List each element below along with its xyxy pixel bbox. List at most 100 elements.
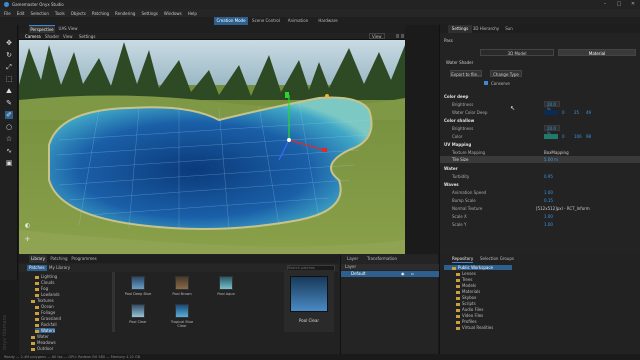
repo-item[interactable]: Lenses	[456, 271, 476, 276]
menu-rendering[interactable]: Rendering	[115, 11, 135, 16]
subtab-shader[interactable]: Shader	[45, 33, 59, 40]
star-icon[interactable]: ☆	[5, 135, 13, 143]
color-deep-swatch[interactable]	[544, 110, 558, 115]
scale-y-field[interactable]: 1.00	[544, 222, 553, 227]
rgb-b[interactable]: 98	[586, 134, 591, 139]
rgb-r[interactable]: 0	[562, 110, 565, 115]
camera-orbit-icon[interactable]: ◐	[25, 222, 30, 229]
tree-item[interactable]: Outdoor	[31, 346, 53, 351]
menu-patching[interactable]: Patching	[92, 11, 109, 16]
tree-scrollbar[interactable]	[112, 272, 115, 332]
tree-item[interactable]: Water	[31, 334, 49, 339]
tree-item[interactable]: Grassland	[35, 316, 61, 321]
asset-thumbnail[interactable]: Pool Aqua	[212, 276, 240, 296]
tab-patching[interactable]: Patching	[49, 255, 69, 263]
tab-3d-hierarchy[interactable]: 3D Hierarchy	[472, 25, 500, 33]
paint-icon[interactable]: ✎	[5, 99, 13, 107]
repo-item[interactable]: Materials	[456, 289, 480, 294]
conserve-checkbox[interactable]	[484, 81, 488, 85]
tree-item[interactable]: Fog	[35, 286, 48, 291]
lock-icon[interactable]: ▫	[411, 271, 414, 277]
texture-mapping-select[interactable]: BoxMapping	[544, 150, 569, 155]
repo-item[interactable]: Audio Files	[456, 307, 483, 312]
maximize-button[interactable]: □	[612, 0, 626, 9]
menu-help[interactable]: Help	[188, 11, 197, 16]
terrain-icon[interactable]: ⛰	[5, 87, 13, 95]
tab-3d-model[interactable]: 3D Model	[480, 49, 554, 56]
menu-objects[interactable]: Objects	[71, 11, 86, 16]
tab-repository[interactable]: Repository	[452, 255, 474, 263]
tab-creation-mode[interactable]: Creation Mode	[214, 17, 248, 25]
scale-icon[interactable]: ⤢	[5, 63, 13, 71]
circle-icon[interactable]: ○	[5, 123, 13, 131]
menu-edit[interactable]: Edit	[17, 11, 25, 16]
tab-perspective[interactable]: Perspective	[29, 25, 55, 33]
tree-item[interactable]: Foliage	[35, 310, 55, 315]
menu-selection[interactable]: Selection	[30, 11, 48, 16]
repo-item[interactable]: Profiles	[456, 319, 477, 324]
tab-scene-control[interactable]: Scene Control	[250, 17, 282, 25]
tab-sun[interactable]: Sun	[502, 25, 516, 33]
menu-windows[interactable]: Windows	[164, 11, 182, 16]
subtab-settings[interactable]: Settings	[79, 33, 95, 40]
camera-pan-icon[interactable]: ✛	[25, 236, 30, 243]
asset-thumbnail[interactable]: Pool Clear	[124, 304, 152, 324]
repo-item[interactable]: Video Files	[456, 313, 483, 318]
tab-library[interactable]: Library	[29, 255, 47, 263]
curve-icon[interactable]: ∿	[5, 147, 13, 155]
view-dropdown[interactable]: View	[369, 33, 385, 39]
3d-viewport[interactable]: ◐ ✛	[19, 40, 405, 254]
tab-layer[interactable]: Layer	[347, 255, 358, 263]
rgb-g[interactable]: 25	[574, 110, 579, 115]
tab-animation[interactable]: Animation	[284, 17, 312, 25]
menu-tools[interactable]: Tools	[55, 11, 65, 16]
tree-item[interactable]: Rockfall	[35, 322, 57, 327]
brush-icon[interactable]: ✐	[5, 111, 13, 119]
tree-item[interactable]: Meadows	[31, 340, 56, 345]
tab-selection-groups[interactable]: Selection Groups	[480, 255, 514, 263]
tab-settings[interactable]: Settings	[448, 25, 472, 33]
color-shallow-swatch[interactable]	[544, 134, 558, 139]
repo-item[interactable]: Models	[456, 283, 476, 288]
asset-thumbnail[interactable]: Pool Brown	[168, 276, 196, 296]
repo-item[interactable]: Trees	[456, 277, 472, 282]
change-type-button[interactable]: Change Type	[490, 70, 522, 77]
tile-size-field[interactable]: 5.00 m	[544, 157, 558, 162]
asset-thumbnail[interactable]: Pool Deep Blue	[124, 276, 152, 296]
brightness-deep-field[interactable]: 20.0 %	[544, 101, 560, 112]
normal-texture-field[interactable]: [512x512]pxl - RCT_Inform	[536, 206, 590, 211]
subtab-camera[interactable]: Camera	[25, 33, 41, 40]
repo-root[interactable]: Public Workspace	[444, 265, 512, 270]
asset-thumbnail[interactable]: Tropical Blue Clear	[168, 304, 196, 328]
tree-item-selected[interactable]: Waters	[35, 328, 55, 333]
tree-item[interactable]: Lowlands	[35, 292, 60, 297]
turbidity-field[interactable]: 0.95	[544, 174, 553, 179]
rgb-g[interactable]: 106	[574, 134, 582, 139]
brightness-shallow-field[interactable]: 20.0 %	[544, 125, 560, 136]
minimize-button[interactable]: –	[598, 0, 612, 9]
tree-item[interactable]: Clouds	[35, 280, 55, 285]
repo-item[interactable]: Virtual Realities	[456, 325, 493, 330]
repo-item[interactable]: Scripts	[456, 301, 476, 306]
animation-speed-field[interactable]: 1.00	[544, 190, 553, 195]
tab-hardware[interactable]: Hardware	[314, 17, 342, 25]
menu-file[interactable]: File	[4, 11, 11, 16]
rgb-b[interactable]: 49	[586, 110, 591, 115]
tree-item[interactable]: Lighting	[35, 274, 57, 279]
scale-x-field[interactable]: 1.00	[544, 214, 553, 219]
tab-transformation[interactable]: Transformation	[367, 255, 397, 263]
bump-scale-field[interactable]: 0.15	[544, 198, 553, 203]
rotate-icon[interactable]: ↻	[5, 51, 13, 59]
export-button[interactable]: Export to file...	[450, 70, 482, 77]
fill-icon[interactable]: ▣	[5, 159, 13, 167]
rgb-r[interactable]: 0	[562, 134, 565, 139]
maximize-viewport-icon[interactable]	[396, 34, 399, 38]
close-button[interactable]: ✕	[626, 0, 640, 9]
tab-material[interactable]: Material	[558, 49, 636, 56]
split-viewport-icon[interactable]	[401, 34, 404, 38]
path-my-library[interactable]: My Library	[49, 265, 70, 271]
menu-settings[interactable]: Settings	[141, 11, 157, 16]
repo-item[interactable]: Skybox	[456, 295, 476, 300]
eye-icon[interactable]: ◉	[401, 271, 405, 277]
tree-item[interactable]: Textures	[31, 298, 54, 303]
